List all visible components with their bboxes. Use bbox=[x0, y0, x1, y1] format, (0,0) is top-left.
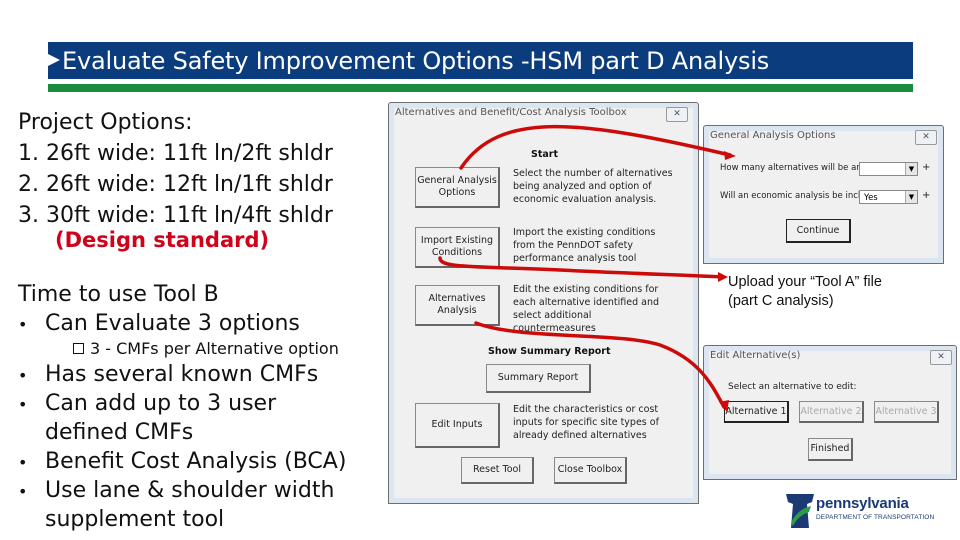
close-icon[interactable]: ✕ bbox=[930, 350, 952, 365]
economic-analysis-select[interactable]: Yes ▼ bbox=[859, 190, 918, 204]
dropdown-arrow-icon[interactable]: ▼ bbox=[905, 191, 917, 203]
import-existing-conditions-desc: Import the existing conditions from the … bbox=[513, 227, 656, 264]
bullet-icon: • bbox=[18, 365, 28, 385]
bullet-icon: • bbox=[18, 394, 28, 414]
import-existing-conditions-button[interactable]: Import Existing Conditions bbox=[415, 227, 500, 268]
keystone-logo-icon bbox=[786, 494, 814, 528]
tool-b-bullet-2: • Has several known CMFs bbox=[18, 360, 346, 389]
dropdown-arrow-icon[interactable]: ▼ bbox=[905, 163, 917, 175]
close-icon[interactable]: ✕ bbox=[666, 107, 688, 122]
general-analysis-options-desc: Select the number of alternatives being … bbox=[513, 168, 673, 205]
arrowhead-icon bbox=[718, 272, 728, 282]
slide-title: Evaluate Safety Improvement Options -HSM… bbox=[62, 47, 770, 75]
close-toolbox-button[interactable]: Close Toolbox bbox=[554, 457, 627, 484]
alternative-1-button[interactable]: Alternative 1 bbox=[724, 401, 789, 423]
title-arrow-icon bbox=[46, 53, 60, 67]
tool-b-bullet-4: • Benefit Cost Analysis (BCA) bbox=[18, 447, 346, 476]
upload-callout-line1: Upload your “Tool A” file bbox=[728, 274, 882, 290]
alternatives-analysis-desc: Edit the existing conditions for each al… bbox=[513, 284, 660, 334]
tool-b-bullet-5-cont: supplement tool bbox=[45, 507, 225, 532]
toolbox-dialog: Alternatives and Benefit/Cost Analysis T… bbox=[388, 102, 699, 504]
alternative-2-button[interactable]: Alternative 2 bbox=[799, 401, 864, 423]
tool-b-subbullet: 3 - CMFs per Alternative option bbox=[73, 338, 346, 360]
show-summary-report-header: Show Summary Report bbox=[488, 346, 611, 357]
alternatives-count-plus: + bbox=[922, 162, 931, 173]
title-divider bbox=[48, 84, 913, 92]
logo-name: pennsylvania bbox=[816, 495, 909, 512]
upload-callout-line2: (part C analysis) bbox=[728, 293, 834, 309]
toolbox-dialog-caption: Alternatives and Benefit/Cost Analysis T… bbox=[395, 107, 627, 118]
alternatives-count-select[interactable]: ▼ bbox=[859, 162, 918, 176]
tool-b-list: Time to use Tool B • Can Evaluate 3 optio… bbox=[18, 280, 346, 534]
bullet-icon: • bbox=[18, 481, 28, 501]
general-analysis-options-button[interactable]: General Analysis Options bbox=[415, 167, 500, 208]
edit-alternatives-dialog-caption: Edit Alternative(s) bbox=[710, 350, 801, 361]
upload-callout: Upload your “Tool A” file (part C analys… bbox=[728, 273, 882, 311]
tool-b-heading: Time to use Tool B bbox=[18, 282, 219, 307]
tool-b-bullet-5: • Use lane & shoulder width bbox=[18, 476, 346, 505]
reset-tool-button[interactable]: Reset Tool bbox=[461, 457, 534, 484]
start-header: Start bbox=[531, 149, 559, 160]
tool-b-bullet-1: • Can Evaluate 3 options bbox=[18, 309, 346, 338]
project-option-1: 1. 26ft wide: 11ft ln/2ft shldr bbox=[18, 141, 333, 166]
design-standard-note: (Design standard) bbox=[55, 228, 270, 252]
economic-analysis-plus: + bbox=[922, 190, 931, 201]
summary-report-button[interactable]: Summary Report bbox=[486, 364, 591, 393]
tool-b-bullet-3-cont: defined CMFs bbox=[45, 420, 194, 445]
slide-title-bar: Evaluate Safety Improvement Options -HSM… bbox=[46, 42, 913, 79]
select-alternative-prompt: Select an alternative to edit: bbox=[728, 382, 857, 392]
bullet-icon: • bbox=[18, 314, 28, 334]
general-options-dialog-caption: General Analysis Options bbox=[710, 130, 836, 141]
bullet-icon: • bbox=[18, 452, 28, 472]
penndot-logo: pennsylvania DEPARTMENT OF TRANSPORTATIO… bbox=[785, 492, 945, 532]
tool-b-bullet-3: • Can add up to 3 user bbox=[18, 389, 346, 418]
close-icon[interactable]: ✕ bbox=[915, 130, 937, 145]
edit-inputs-button[interactable]: Edit Inputs bbox=[415, 403, 500, 448]
edit-inputs-desc: Edit the characteristics or cost inputs … bbox=[513, 404, 659, 441]
general-options-dialog: General Analysis Options ✕ How many alte… bbox=[703, 125, 944, 264]
continue-button[interactable]: Continue bbox=[786, 219, 851, 243]
edit-alternatives-dialog: Edit Alternative(s) ✕ Select an alternat… bbox=[703, 345, 957, 480]
checkbox-bullet-icon bbox=[73, 343, 84, 354]
alternatives-analysis-button[interactable]: Alternatives Analysis bbox=[415, 285, 500, 326]
project-options-heading: Project Options: bbox=[18, 110, 193, 135]
finished-button[interactable]: Finished bbox=[808, 438, 853, 461]
logo-department: DEPARTMENT OF TRANSPORTATION bbox=[816, 514, 935, 521]
project-options: Project Options: 1. 26ft wide: 11ft ln/2… bbox=[18, 108, 333, 255]
project-option-2: 2. 26ft wide: 12ft ln/1ft shldr bbox=[18, 172, 333, 197]
alternative-3-button[interactable]: Alternative 3 bbox=[874, 401, 939, 423]
